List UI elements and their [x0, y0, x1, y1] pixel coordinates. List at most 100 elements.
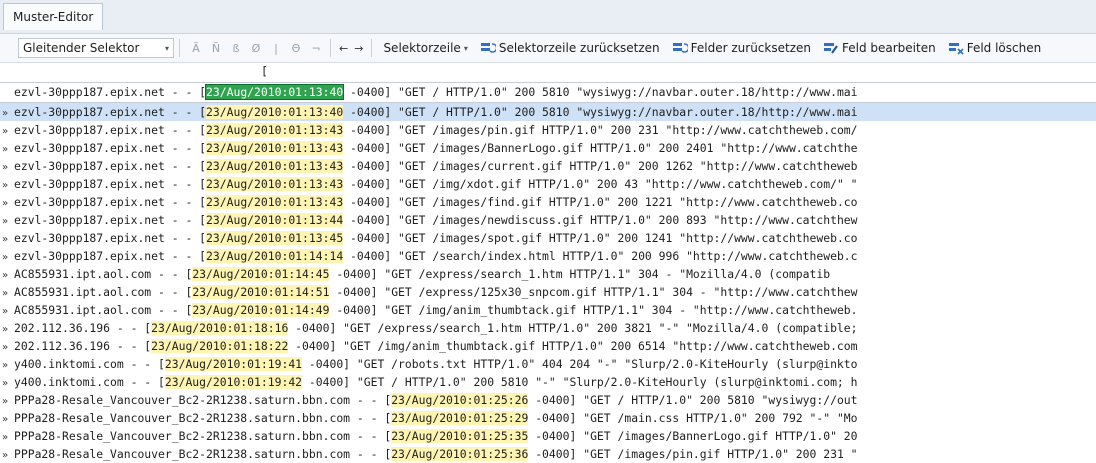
- selector-row[interactable]: ezvl-30ppp187.epix.net - - [23/Aug/2010:…: [0, 83, 1096, 103]
- log-line[interactable]: » PPPa28-Resale_Vancouver_Bc2-2R1238.satu…: [0, 409, 1096, 427]
- log-suffix: -0400] "GET /robots.txt HTTP/1.0" 404 20…: [302, 357, 858, 371]
- log-line[interactable]: » AC855931.ipt.aol.com - - [23/Aug/2010:0…: [0, 301, 1096, 319]
- log-lines: » ezvl-30ppp187.epix.net - - [23/Aug/2010…: [0, 103, 1096, 463]
- row-marker-icon: »: [2, 414, 9, 425]
- selector-value: Gleitender Selektor: [23, 41, 140, 55]
- log-prefix: 202.112.36.196 - - [: [14, 339, 152, 353]
- timestamp-field[interactable]: 23/Aug/2010:01:13:43: [206, 159, 344, 173]
- log-prefix: PPPa28-Resale_Vancouver_Bc2-2R1238.satur…: [14, 429, 392, 443]
- arrow-right-button[interactable]: →: [354, 42, 363, 55]
- row-marker-icon: »: [2, 216, 9, 227]
- tab-label: Muster-Editor: [13, 10, 94, 24]
- row-marker-icon: »: [2, 342, 9, 353]
- log-line[interactable]: » ezvl-30ppp187.epix.net - - [23/Aug/2010…: [0, 157, 1096, 175]
- reset-fields-button[interactable]: Felder zurücksetzen: [672, 41, 811, 55]
- timestamp-field[interactable]: 23/Aug/2010:01:13:40: [206, 105, 344, 119]
- log-prefix: AC855931.ipt.aol.com - - [: [14, 303, 193, 317]
- log-line[interactable]: » PPPa28-Resale_Vancouver_Bc2-2R1238.satu…: [0, 391, 1096, 409]
- reset-selector-row-button[interactable]: Selektorzeile zurücksetzen: [480, 41, 660, 55]
- log-line[interactable]: » ezvl-30ppp187.epix.net - - [23/Aug/2010…: [0, 211, 1096, 229]
- log-suffix: -0400] "GET /express/search_1.htm HTTP/1…: [329, 267, 831, 281]
- log-line[interactable]: » ezvl-30ppp187.epix.net - - [23/Aug/2010…: [0, 193, 1096, 211]
- log-line[interactable]: » AC855931.ipt.aol.com - - [23/Aug/2010:0…: [0, 283, 1096, 301]
- symbol-a-tilde-button[interactable]: Ã: [187, 38, 205, 58]
- timestamp-field[interactable]: 23/Aug/2010:01:13:43: [206, 195, 344, 209]
- arrow-left-button[interactable]: ←: [339, 42, 348, 55]
- log-suffix: -0400] "GET /images/newdiscuss.gif HTTP/…: [343, 213, 858, 227]
- timestamp-field[interactable]: 23/Aug/2010:01:19:41: [164, 357, 303, 371]
- log-line[interactable]: » y400.inktomi.com - - [23/Aug/2010:01:19…: [0, 355, 1096, 373]
- timestamp-field[interactable]: 23/Aug/2010:01:25:35: [391, 429, 529, 443]
- timestamp-field[interactable]: 23/Aug/2010:01:14:14: [206, 249, 344, 263]
- timestamp-field[interactable]: 23/Aug/2010:01:13:43: [206, 141, 344, 155]
- timestamp-field[interactable]: 23/Aug/2010:01:14:45: [192, 267, 330, 281]
- log-prefix: 202.112.36.196 - - [: [14, 321, 152, 335]
- row-marker-icon: »: [2, 450, 9, 461]
- log-suffix: -0400] "GET /express/search_1.htm HTTP/1…: [288, 321, 858, 335]
- timestamp-field[interactable]: 23/Aug/2010:01:25:36: [391, 447, 529, 461]
- timestamp-field[interactable]: 23/Aug/2010:01:13:45: [206, 231, 344, 245]
- timestamp-field[interactable]: 23/Aug/2010:01:25:26: [391, 393, 529, 407]
- separator: [179, 39, 180, 57]
- row-marker-icon: »: [2, 378, 9, 389]
- selector-ruler[interactable]: [: [0, 63, 1096, 83]
- log-prefix: PPPa28-Resale_Vancouver_Bc2-2R1238.satur…: [14, 447, 392, 461]
- log-line[interactable]: » 202.112.36.196 - - [23/Aug/2010:01:18:1…: [0, 319, 1096, 337]
- log-prefix: ezvl-30ppp187.epix.net - - [: [14, 177, 207, 191]
- timestamp-field[interactable]: 23/Aug/2010:01:14:49: [192, 303, 330, 317]
- timestamp-field[interactable]: 23/Aug/2010:01:13:44: [206, 213, 344, 227]
- timestamp-field[interactable]: 23/Aug/2010:01:14:51: [192, 285, 330, 299]
- log-line[interactable]: » ezvl-30ppp187.epix.net - - [23/Aug/2010…: [0, 103, 1096, 121]
- log-suffix: -0400] "GET /images/find.gif HTTP/1.0" 2…: [343, 195, 858, 209]
- log-line[interactable]: » PPPa28-Resale_Vancouver_Bc2-2R1238.satu…: [0, 445, 1096, 463]
- symbol-n-tilde-button[interactable]: Ñ: [207, 38, 225, 58]
- chevron-down-icon: ▾: [164, 43, 169, 53]
- symbol-theta-button[interactable]: Θ: [287, 38, 305, 58]
- edit-field-button[interactable]: Feld bearbeiten: [823, 41, 936, 55]
- log-prefix: PPPa28-Resale_Vancouver_Bc2-2R1238.satur…: [14, 393, 392, 407]
- reset-fields-icon: [672, 43, 688, 53]
- delete-field-button[interactable]: Feld löschen: [948, 41, 1042, 55]
- selektorzeile-label: Selektorzeile: [383, 41, 461, 55]
- log-line[interactable]: » ezvl-30ppp187.epix.net - - [23/Aug/2010…: [0, 139, 1096, 157]
- row-marker-icon: »: [2, 126, 9, 137]
- log-line[interactable]: » 202.112.36.196 - - [23/Aug/2010:01:18:2…: [0, 337, 1096, 355]
- timestamp-field[interactable]: 23/Aug/2010:01:13:43: [206, 177, 344, 191]
- toolbar: Gleitender Selektor ▾ Ã Ñ ß Ø | Θ ¬ ← → …: [0, 34, 1096, 63]
- log-suffix: -0400] "GET /express/125x30_snpcom.gif H…: [329, 285, 858, 299]
- log-line[interactable]: » ezvl-30ppp187.epix.net - - [23/Aug/2010…: [0, 121, 1096, 139]
- tab-muster-editor[interactable]: Muster-Editor: [3, 3, 104, 30]
- row-marker-icon: »: [2, 306, 9, 317]
- row-marker-icon: »: [2, 252, 9, 263]
- log-prefix: ezvl-30ppp187.epix.net - - [: [14, 141, 207, 155]
- pattern-editor[interactable]: [ ezvl-30ppp187.epix.net - - [23/Aug/201…: [0, 63, 1096, 461]
- timestamp-field[interactable]: 23/Aug/2010:01:18:16: [151, 321, 289, 335]
- active-field[interactable]: 23/Aug/2010:01:13:40: [205, 84, 345, 100]
- timestamp-field[interactable]: 23/Aug/2010:01:18:22: [151, 339, 289, 353]
- log-prefix: PPPa28-Resale_Vancouver_Bc2-2R1238.satur…: [14, 411, 392, 425]
- log-suffix: -0400] "GET /img/xdot.gif HTTP/1.0" 200 …: [343, 177, 858, 191]
- ruler-marker: [: [261, 64, 268, 78]
- log-line[interactable]: » ezvl-30ppp187.epix.net - - [23/Aug/2010…: [0, 229, 1096, 247]
- symbol-not-button[interactable]: ¬: [307, 38, 325, 58]
- edit-field-icon: [823, 43, 838, 54]
- timestamp-field[interactable]: 23/Aug/2010:01:13:43: [206, 123, 344, 137]
- log-line[interactable]: » ezvl-30ppp187.epix.net - - [23/Aug/2010…: [0, 175, 1096, 193]
- reset-rows-icon: [480, 43, 496, 53]
- log-line[interactable]: » ezvl-30ppp187.epix.net - - [23/Aug/2010…: [0, 247, 1096, 265]
- log-suffix: -0400] "GET /images/spot.gif HTTP/1.0" 2…: [343, 231, 858, 245]
- timestamp-field[interactable]: 23/Aug/2010:01:25:29: [391, 411, 529, 425]
- symbol-pipe-button[interactable]: |: [267, 38, 285, 58]
- log-line[interactable]: » y400.inktomi.com - - [23/Aug/2010:01:19…: [0, 373, 1096, 391]
- symbol-eszett-button[interactable]: ß: [227, 38, 245, 58]
- log-line[interactable]: » PPPa28-Resale_Vancouver_Bc2-2R1238.satu…: [0, 427, 1096, 445]
- timestamp-field[interactable]: 23/Aug/2010:01:19:42: [164, 375, 303, 389]
- selector-dropdown[interactable]: Gleitender Selektor ▾: [18, 38, 174, 58]
- log-line[interactable]: » AC855931.ipt.aol.com - - [23/Aug/2010:0…: [0, 265, 1096, 283]
- selektorzeile-dropdown[interactable]: Selektorzeile ▾: [383, 41, 467, 55]
- row-marker-icon: »: [2, 144, 9, 155]
- delete-field-label: Feld löschen: [966, 41, 1042, 55]
- log-suffix: -0400] "GET /main.css HTTP/1.0" 200 792 …: [528, 411, 858, 425]
- reset-fields-label: Felder zurücksetzen: [690, 41, 811, 55]
- symbol-o-slash-button[interactable]: Ø: [247, 38, 265, 58]
